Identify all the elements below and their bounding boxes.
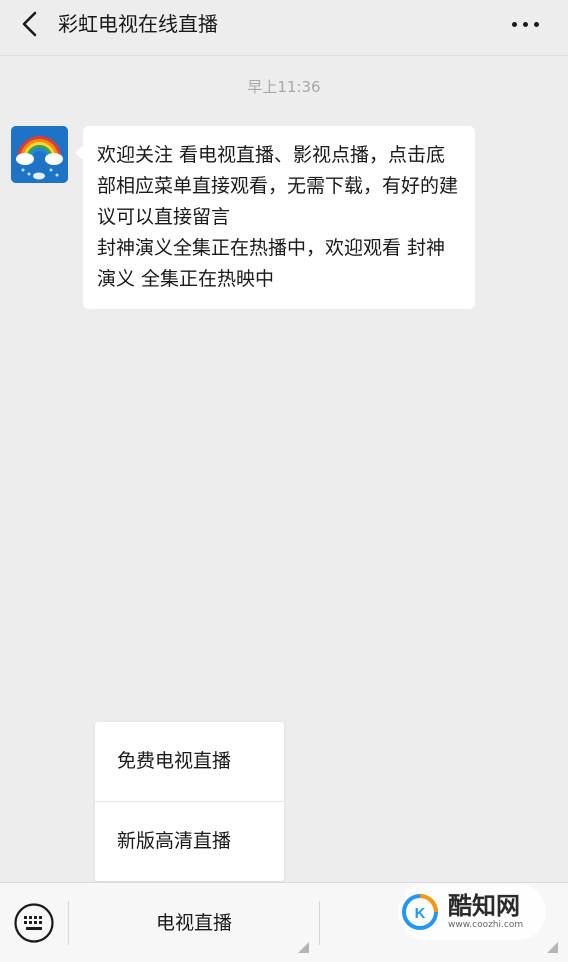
keyboard-icon (14, 903, 54, 943)
submenu-indicator-icon (547, 942, 558, 953)
official-account-avatar[interactable] (11, 126, 68, 183)
menu-tv-live-label: 电视直播 (155, 912, 232, 934)
submenu-item-hd-live[interactable]: 新版高清直播 (95, 802, 284, 881)
more-button[interactable] (496, 8, 554, 40)
nav-header: 彩虹电视在线直播 (0, 0, 568, 56)
watermark-url: www.coozhi.com (448, 920, 524, 930)
message-timestamp: 早上11:36 (247, 78, 321, 96)
message-text-line-2: 封神演义全集正在热播中，欢迎观看 封神演义 全集正在热映中 (97, 237, 446, 290)
back-button[interactable] (14, 8, 46, 40)
message-text-line-1: 欢迎关注 看电视直播、影视点播，点击底部相应菜单直接观看，无需下载，有好的建议可… (97, 144, 459, 228)
keyboard-toggle-button[interactable] (13, 902, 55, 944)
menu-tv-live[interactable]: 电视直播 (69, 883, 319, 962)
message-bubble[interactable]: 欢迎关注 看电视直播、影视点播，点击底部相应菜单直接观看，无需下载，有好的建议可… (75, 126, 475, 309)
more-dots-icon (511, 21, 517, 27)
submenu-indicator-icon (298, 942, 309, 953)
coozhi-logo-icon: K (402, 894, 438, 930)
watermark-name: 酷知网 (448, 892, 520, 920)
submenu-item-free-tv[interactable]: 免费电视直播 (95, 722, 284, 801)
watermark-logo: K 酷知网 www.coozhi.com (398, 884, 546, 940)
page-title: 彩虹电视在线直播 (58, 12, 218, 36)
submenu-popup: 免费电视直播 新版高清直播 (95, 722, 284, 881)
rainbow-cloud-avatar (11, 126, 68, 183)
chevron-left-icon (22, 11, 37, 37)
svg-text:K: K (415, 905, 426, 922)
